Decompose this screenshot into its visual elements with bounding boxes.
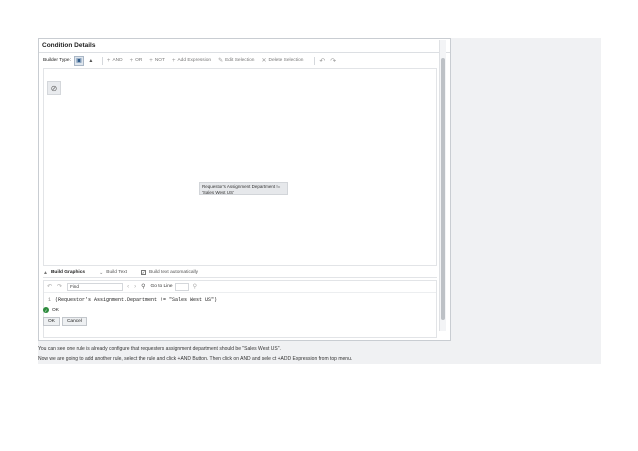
panel-title: Condition Details <box>42 42 96 49</box>
add-expression-label: Add Expression <box>177 58 212 63</box>
tree-view-icon[interactable]: ▣ <box>73 55 84 66</box>
goto-line-input[interactable] <box>174 282 189 291</box>
tab-build-text[interactable]: ⌄ Build Text <box>99 270 127 276</box>
build-tabs: ▲ Build Graphics ⌄ Build Text ✓ Build text … <box>43 268 437 278</box>
condition-canvas[interactable]: ⊘ Requestor's Assignment Department != '… <box>43 68 437 266</box>
condition-node[interactable]: Requestor's Assignment Department != 'Sa… <box>199 182 288 195</box>
add-expression-button[interactable]: + Add Expression <box>172 58 211 64</box>
ok-button[interactable]: OK <box>43 317 60 326</box>
chevron-up-icon: ▲ <box>43 269 48 276</box>
find-input[interactable] <box>67 282 124 291</box>
add-icon: + <box>149 57 153 64</box>
edit-selection-button[interactable]: ✎ Edit Selection <box>218 57 254 64</box>
and-button[interactable]: + AND <box>107 58 123 64</box>
condition-toolbar: Builder Type: ▣ ▴ + AND + OR + NOT + Add Exp… <box>43 55 439 66</box>
delete-icon: ✕ <box>261 58 267 64</box>
title-divider <box>39 52 450 53</box>
dialog-actions: OK Cancel <box>43 317 89 326</box>
delete-selection-button[interactable]: ✕ Delete Selection <box>261 57 303 64</box>
build-text-automatically-toggle[interactable]: ✓ Build text automatically <box>141 270 198 275</box>
builder-type-label: Builder Type: <box>43 58 71 63</box>
add-icon: + <box>171 57 176 64</box>
add-icon: + <box>129 57 134 64</box>
delete-selection-label: Delete Selection <box>268 58 304 63</box>
toolbar-divider <box>314 56 316 65</box>
line-number: 1 <box>48 297 52 303</box>
expression-editor[interactable]: ↶ ↷ ‹ › ⚲ Go to Line ⚲ 1(Requestor's Ass… <box>43 280 437 338</box>
or-label: OR <box>135 58 143 63</box>
code-text: (Requestor's Assignment.Department != "S… <box>55 297 218 303</box>
caption-line-2: Now we are going to add another rule, se… <box>38 356 353 362</box>
validation-status-text: OK <box>52 307 59 313</box>
caption-line-1: You can see one rule is already configur… <box>38 346 281 352</box>
search-icon[interactable]: ⚲ <box>193 283 197 290</box>
not-label: NOT <box>154 58 165 63</box>
scrollbar-thumb[interactable] <box>441 58 445 320</box>
next-icon[interactable]: › <box>134 284 136 290</box>
previous-icon[interactable]: ‹ <box>127 284 129 290</box>
tab-build-text-label: Build Text <box>106 270 127 275</box>
build-text-automatically-label: Build text automatically <box>149 270 199 275</box>
edit-selection-label: Edit Selection <box>225 58 255 63</box>
cancel-button[interactable]: Cancel <box>61 317 87 326</box>
and-label: AND <box>112 58 123 63</box>
redo-icon[interactable]: ↷ <box>57 283 62 290</box>
graph-view-icon[interactable]: ▴ <box>86 56 96 66</box>
toolbar-divider <box>101 56 103 65</box>
redo-icon[interactable]: ↷ <box>330 57 336 65</box>
or-button[interactable]: + OR <box>130 58 143 64</box>
undo-icon[interactable]: ↶ <box>47 283 52 290</box>
add-icon: + <box>106 57 111 64</box>
chevron-down-icon: ⌄ <box>99 269 104 276</box>
pencil-icon: ✎ <box>218 58 224 64</box>
code-line[interactable]: 1 (Requestor's Assignment.Department != "… <box>48 297 217 303</box>
search-icon[interactable]: ⚲ <box>141 283 145 290</box>
vertical-scrollbar[interactable] <box>439 40 446 331</box>
validation-status: ✓ OK <box>43 307 59 313</box>
tab-build-graphics-label: Build Graphics <box>50 270 86 275</box>
checkbox-checked-icon[interactable]: ✓ <box>141 270 146 275</box>
undo-icon[interactable]: ↶ <box>319 57 325 65</box>
condition-details-panel: Condition Details Builder Type: ▣ ▴ + AND… <box>38 38 451 341</box>
not-button[interactable]: + NOT <box>149 58 165 64</box>
tab-build-graphics[interactable]: ▲ Build Graphics <box>43 270 85 276</box>
check-circle-icon: ✓ <box>43 307 49 313</box>
validate-icon[interactable]: ⊘ <box>47 81 61 95</box>
goto-line-label: Go to Line <box>150 284 173 289</box>
editor-toolbar: ↶ ↷ ‹ › ⚲ Go to Line ⚲ <box>44 281 436 293</box>
